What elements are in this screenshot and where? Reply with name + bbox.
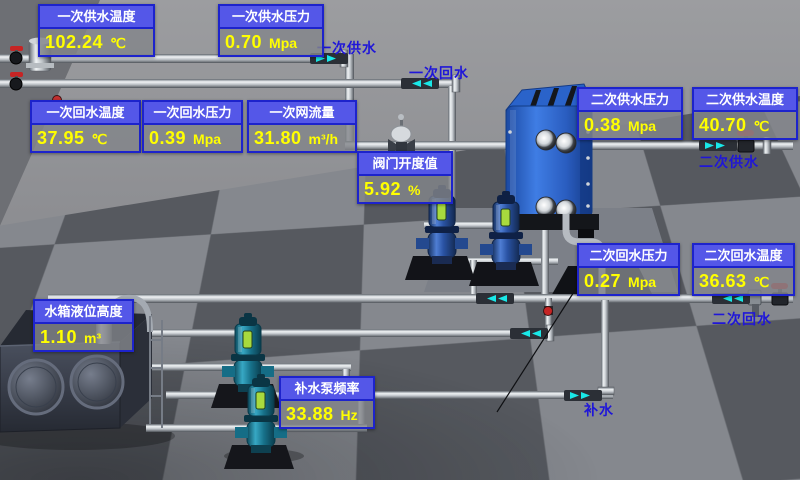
gauge-makeup-pump-frequency: 补水泵频率 33.88 Hz: [279, 376, 375, 429]
gauge-primary-supply-temp: 一次供水温度 102.24 ℃: [38, 4, 155, 57]
scene-equipment-layer: [0, 0, 800, 480]
pipe-label-primary-supply: 一次供水: [317, 38, 377, 58]
gauge-label: 一次网流量: [249, 102, 355, 125]
gauge-value-number: 102.24: [45, 32, 103, 52]
pipe-label-primary-return: 一次回水: [409, 63, 469, 83]
gauge-value: 37.95 ℃: [32, 125, 139, 151]
gauge-label: 一次回水压力: [144, 102, 241, 125]
gauge-value: 1.10 m³: [35, 324, 132, 350]
gauge-value-number: 1.10: [40, 327, 77, 347]
gauge-value-unit: ℃: [92, 131, 108, 147]
gauge-value-number: 5.92: [364, 179, 401, 199]
gauge-value: 0.39 Mpa: [144, 125, 241, 151]
gauge-primary-return-pressure: 一次回水压力 0.39 Mpa: [142, 100, 243, 153]
gauge-value: 31.80 m³/h: [249, 125, 355, 151]
flow-arrow-pump-suction: [476, 293, 514, 304]
hmi-screen: 一次供水 一次回水 二次供水 二次回水 补水 一次供水温度 102.24 ℃ 一次…: [0, 0, 800, 480]
flow-arrow-tank-line: [510, 328, 548, 339]
gauge-secondary-return-temp: 二次回水温度 36.63 ℃: [692, 243, 795, 296]
gauge-secondary-supply-temp: 二次供水温度 40.70 ℃: [692, 87, 798, 140]
pump-indicator-window: [501, 209, 510, 226]
gauge-label: 二次供水压力: [579, 89, 681, 112]
gauge-label: 一次回水温度: [32, 102, 139, 125]
gauge-value-number: 0.38: [584, 115, 621, 135]
gauge-value-unit: %: [408, 182, 420, 198]
gauge-label: 一次供水压力: [220, 6, 322, 29]
gauge-label: 二次回水压力: [579, 245, 678, 268]
tank-manhole: [71, 356, 123, 408]
gauge-value-number: 0.39: [149, 128, 186, 148]
gauge-value: 5.92%: [359, 176, 451, 202]
gauge-value-number: 0.27: [584, 271, 621, 291]
pump-indicator-window: [243, 331, 252, 348]
gauge-value-unit: Mpa: [269, 35, 297, 51]
gauge-value-unit: ℃: [110, 35, 126, 51]
hx-port: [556, 133, 576, 153]
gauge-value-unit: ℃: [754, 274, 770, 290]
branch-valve-knob: [544, 306, 554, 316]
gauge-primary-return-temp: 一次回水温度 37.95 ℃: [30, 100, 141, 153]
wall-valve-2: [10, 72, 23, 90]
pump-indicator-window: [256, 392, 265, 409]
gauge-value-unit: Mpa: [628, 274, 656, 290]
gauge-value-number: 37.95: [37, 128, 85, 148]
pipe-label-secondary-supply: 二次供水: [699, 152, 759, 172]
gauge-label: 二次供水温度: [694, 89, 796, 112]
gauge-value: 0.27 Mpa: [579, 268, 678, 294]
gauge-label: 阀门开度值: [359, 153, 451, 176]
pipe-secondary-return: [48, 294, 793, 303]
gauge-value: 40.70 ℃: [694, 112, 796, 138]
gauge-value-unit: ℃: [754, 118, 770, 134]
gauge-value-number: 40.70: [699, 115, 747, 135]
gauge-value-unit: Mpa: [628, 118, 656, 134]
pipe-tank-line: [138, 329, 553, 337]
gauge-secondary-return-pressure: 二次回水压力 0.27 Mpa: [577, 243, 680, 296]
gauge-secondary-supply-pressure: 二次供水压力 0.38 Mpa: [577, 87, 683, 140]
gauge-value: 0.38 Mpa: [579, 112, 681, 138]
control-valve: [388, 114, 415, 156]
gauge-value-unit: m³/h: [309, 131, 339, 147]
gauge-value-unit: Hz: [341, 407, 358, 423]
gauge-value-unit: Mpa: [193, 131, 221, 147]
pipe-makeup-riser: [601, 300, 609, 392]
gauge-primary-supply-pressure: 一次供水压力 0.70 Mpa: [218, 4, 324, 57]
gauge-value-number: 36.63: [699, 271, 747, 291]
hx-port: [536, 130, 556, 150]
tank-manhole: [9, 360, 63, 414]
gauge-label: 补水泵频率: [281, 378, 373, 401]
gauge-value-unit: m³: [84, 330, 101, 346]
pipe-label-secondary-return: 二次回水: [712, 309, 772, 329]
wall-valve-1: [10, 46, 23, 64]
gauge-label: 一次供水温度: [40, 6, 153, 29]
pipe-primary-return: [0, 79, 459, 88]
gauge-value: 33.88 Hz: [281, 401, 373, 427]
gauge-value-number: 0.70: [225, 32, 262, 52]
gauge-value: 102.24 ℃: [40, 29, 153, 55]
gauge-value-number: 33.88: [286, 404, 334, 424]
gauge-primary-flow: 一次网流量 31.80 m³/h: [247, 100, 357, 153]
pipe-label-makeup-water: 补水: [584, 400, 614, 420]
flow-arrow-secondary-supply: [699, 140, 737, 151]
gauge-value: 36.63 ℃: [694, 268, 793, 294]
gauge-tank-level: 水箱液位高度 1.10 m³: [33, 299, 134, 352]
gauge-label: 二次回水温度: [694, 245, 793, 268]
pump-indicator-window: [437, 203, 446, 220]
gauge-valve-opening: 阀门开度值 5.92%: [357, 151, 453, 204]
pipe-pump-riser: [541, 223, 549, 299]
gauge-label: 水箱液位高度: [35, 301, 132, 324]
gauge-value: 0.70 Mpa: [220, 29, 322, 55]
gauge-value-number: 31.80: [254, 128, 302, 148]
